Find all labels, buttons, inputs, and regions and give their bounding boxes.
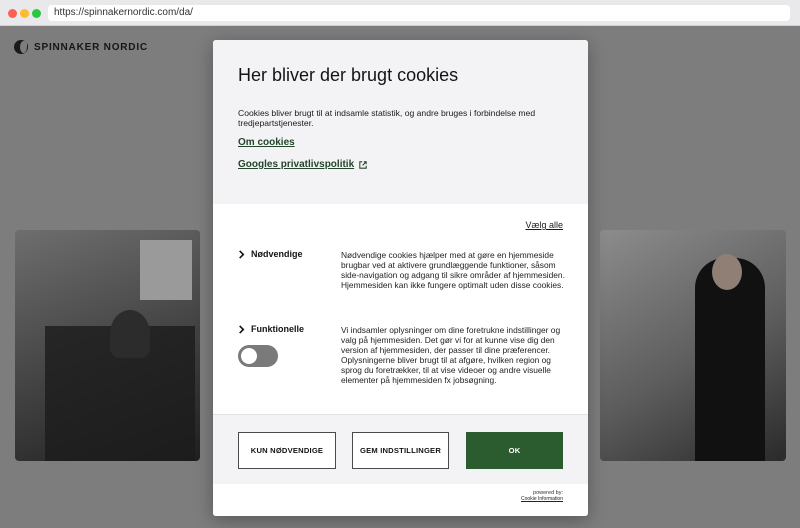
dialog-intro-text: Cookies bliver brugt til at indsamle sta… — [238, 108, 536, 128]
cookie-categories-section: Vælg alle Nødvendige Nødvendige cookies … — [213, 204, 588, 414]
category-description-necessary: Nødvendige cookies hjælper med at gøre e… — [341, 250, 565, 291]
category-label-functional: Funktionelle — [251, 324, 305, 334]
chevron-right-icon — [239, 324, 245, 334]
toggle-knob — [241, 348, 257, 364]
necessary-only-button[interactable]: KUN NØDVENDIGE — [238, 432, 336, 469]
office-photo-right — [600, 230, 786, 461]
address-bar[interactable]: https://spinnakernordic.com/da/ — [48, 5, 790, 21]
browser-toolbar: https://spinnakernordic.com/da/ — [0, 0, 800, 26]
dialog-actions: KUN NØDVENDIGE GEM INDSTILLINGER OK — [213, 414, 588, 484]
category-description-functional: Vi indsamler oplysninger om dine foretru… — [341, 325, 561, 386]
about-cookies-link[interactable]: Om cookies — [238, 137, 295, 148]
cookie-information-link[interactable]: Cookie Information — [521, 496, 563, 502]
cookie-consent-dialog: Her bliver der brugt cookies Cookies bli… — [213, 40, 588, 516]
google-privacy-link-label: Googles privatlivspolitik — [238, 159, 355, 170]
dialog-title: Her bliver der brugt cookies — [238, 65, 459, 85]
spinnaker-logo-icon — [14, 40, 28, 54]
site-brand-name: SPINNAKER NORDIC — [34, 41, 148, 53]
wall-art — [140, 240, 192, 300]
category-label-necessary: Nødvendige — [251, 249, 303, 259]
dialog-footer: powered by: Cookie Information — [213, 484, 588, 516]
dialog-header-section: Her bliver der brugt cookies Cookies bli… — [213, 40, 588, 204]
external-link-icon — [359, 160, 367, 169]
maximize-window-button[interactable] — [32, 9, 41, 18]
category-necessary-toggle-expand[interactable]: Nødvendige — [238, 249, 303, 259]
powered-by: powered by: Cookie Information — [521, 490, 563, 502]
office-photo-left — [15, 230, 200, 461]
category-functional-toggle-expand[interactable]: Funktionelle — [238, 324, 304, 334]
functional-cookies-toggle[interactable] — [238, 345, 278, 367]
save-settings-button[interactable]: GEM INDSTILLINGER — [352, 432, 449, 469]
person-at-desk — [110, 310, 150, 358]
ok-button[interactable]: OK — [466, 432, 563, 469]
chevron-right-icon — [239, 249, 245, 259]
person-head — [712, 254, 742, 290]
close-window-button[interactable] — [8, 9, 17, 18]
select-all-link[interactable]: Vælg alle — [525, 220, 563, 230]
minimize-window-button[interactable] — [20, 9, 29, 18]
google-privacy-link[interactable]: Googles privatlivspolitik — [238, 159, 367, 170]
site-logo[interactable]: SPINNAKER NORDIC — [14, 40, 148, 54]
